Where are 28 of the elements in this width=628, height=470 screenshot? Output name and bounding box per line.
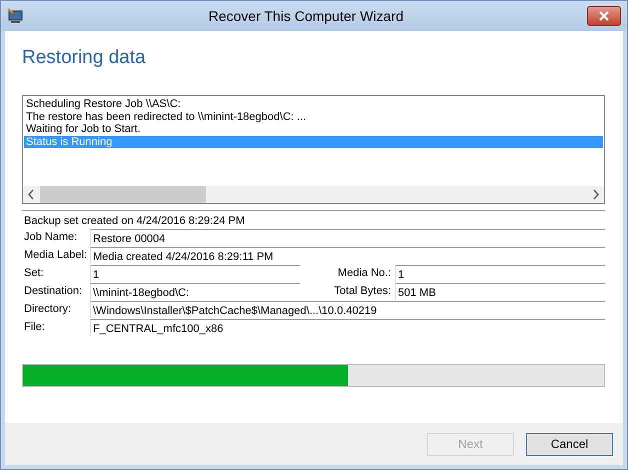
field-value: 501 MB [395,282,605,300]
log-line[interactable]: Scheduling Restore Job \\AS\C: [24,98,603,110]
field-label: Set: [23,266,45,281]
field-value: Restore 00004 [90,228,605,246]
horizontal-scrollbar[interactable] [23,186,604,203]
field-value: \Windows\Installer\$PatchCache$\Managed\...\10.0.40219 [90,300,605,318]
page-heading: Restoring data [22,47,146,68]
close-icon [598,11,610,21]
computer-icon [7,8,25,24]
field-value: Media created 4/24/2016 8:29:11 PM [90,246,605,264]
field-label: File: [23,320,46,335]
cancel-button[interactable]: Cancel [526,432,613,456]
field-label: Total Bytes: [333,284,392,299]
field-label: Media No.: [336,266,392,281]
field-value: F_CENTRAL_mfc100_x86 [90,318,605,336]
log-line[interactable]: The restore has been redirected to \\minint-18egbod\C: ... [24,110,603,123]
field-value: 1 [395,264,605,282]
field-value: 1 [90,264,300,282]
window-title: Recover This Computer Wizard [207,6,405,26]
field-label: Directory: [23,302,72,317]
log-line[interactable]: Waiting for Job to Start. [24,123,603,136]
field-label: Destination: [23,284,84,299]
scroll-thumb[interactable] [40,186,206,203]
close-button[interactable] [587,6,621,26]
backup-set-text: Backup set created on 4/24/2016 8:29:24 PM [22,210,605,228]
field-label: Media Label: [23,248,88,263]
field-label: Job Name: [23,230,78,245]
field-value: \\minint-18egbod\C: [90,282,300,300]
